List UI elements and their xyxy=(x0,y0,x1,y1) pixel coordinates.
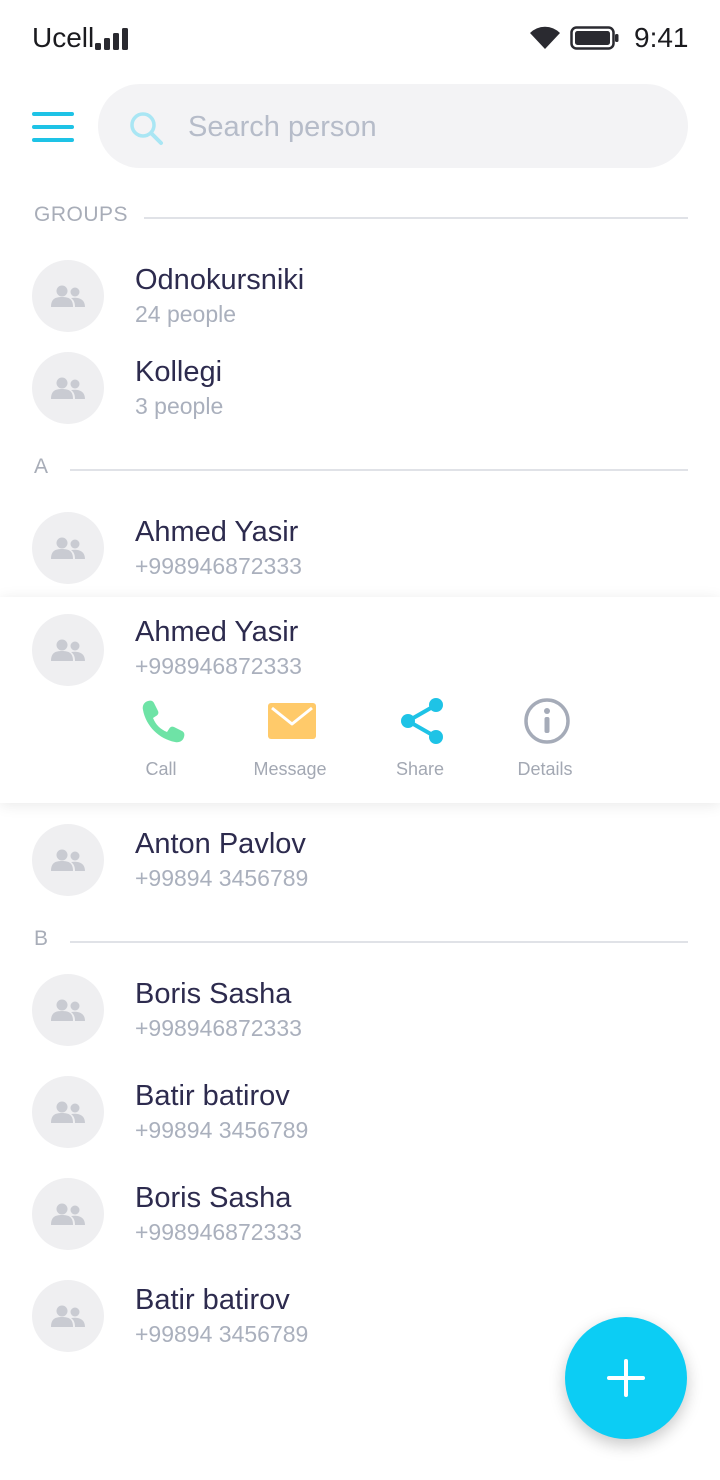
contact-phone: +998946872333 xyxy=(135,1015,302,1041)
plus-icon xyxy=(607,1359,645,1397)
people-icon xyxy=(51,849,85,871)
message-label: Message xyxy=(253,759,327,779)
contact-phone: +998946872333 xyxy=(135,653,302,679)
avatar xyxy=(32,1280,104,1352)
signal-icon xyxy=(95,28,128,50)
section-header-b: B xyxy=(0,927,720,957)
carrier-name: Ucell xyxy=(32,22,95,53)
section-header-groups: GROUPS xyxy=(0,203,720,233)
expanded-contact-card[interactable]: Ahmed Yasir +998946872333 Call Message S… xyxy=(0,597,720,803)
share-button[interactable]: Share xyxy=(365,697,475,787)
group-row-kollegi[interactable]: Kollegi 3 people xyxy=(0,352,720,444)
group-name: Kollegi xyxy=(135,356,223,388)
info-icon xyxy=(524,698,570,744)
group-count: 3 people xyxy=(135,393,224,419)
details-button[interactable]: Details xyxy=(490,697,600,787)
call-button[interactable]: Call xyxy=(106,697,216,787)
battery-icon xyxy=(570,26,619,50)
section-divider xyxy=(144,217,688,219)
contact-phone: +99894 3456789 xyxy=(135,1117,309,1143)
contact-name: Anton Pavlov xyxy=(135,828,306,860)
hamburger-icon-bar xyxy=(32,138,74,142)
contact-name: Boris Sasha xyxy=(135,978,292,1010)
details-label: Details xyxy=(517,759,573,779)
search-input[interactable] xyxy=(186,106,650,148)
phone-icon xyxy=(142,700,185,743)
section-label: B xyxy=(34,927,49,950)
mail-icon xyxy=(268,703,316,739)
contact-phone: +998946872333 xyxy=(135,1219,302,1245)
avatar xyxy=(32,512,104,584)
add-contact-button[interactable] xyxy=(565,1317,687,1439)
message-button[interactable]: Message xyxy=(235,697,345,787)
avatar xyxy=(32,1178,104,1250)
people-icon xyxy=(51,1101,85,1123)
contact-row[interactable]: Boris Sasha +998946872333 xyxy=(0,1178,720,1270)
share-icon xyxy=(401,698,443,744)
avatar xyxy=(32,1076,104,1148)
group-row-odnokursniki[interactable]: Odnokursniki 24 people xyxy=(0,260,720,352)
section-header-a: A xyxy=(0,455,720,485)
contact-phone: +99894 3456789 xyxy=(135,865,309,891)
people-icon xyxy=(51,537,85,559)
contact-phone: +99894 3456789 xyxy=(135,1321,309,1347)
avatar xyxy=(32,260,104,332)
search-icon xyxy=(130,112,163,145)
section-label: GROUPS xyxy=(34,203,129,226)
status-bar: Ucell 9:41 xyxy=(0,0,720,76)
hamburger-menu-button[interactable] xyxy=(32,110,76,144)
contact-name: Ahmed Yasir xyxy=(135,616,299,648)
hamburger-icon-bar xyxy=(32,125,74,129)
contact-phone: +998946872333 xyxy=(135,553,302,579)
contact-name: Boris Sasha xyxy=(135,1182,292,1214)
contact-row[interactable]: Boris Sasha +998946872333 xyxy=(0,974,720,1066)
contact-row[interactable]: Anton Pavlov +99894 3456789 xyxy=(0,824,720,916)
contact-name: Batir batirov xyxy=(135,1284,290,1316)
section-divider xyxy=(70,469,688,471)
search-bar[interactable] xyxy=(98,84,688,168)
group-name: Odnokursniki xyxy=(135,264,305,296)
section-divider xyxy=(70,941,688,943)
avatar xyxy=(32,974,104,1046)
contact-row[interactable]: Batir batirov +99894 3456789 xyxy=(0,1076,720,1168)
people-icon xyxy=(51,1203,85,1225)
people-icon xyxy=(51,639,85,661)
contact-row[interactable]: Ahmed Yasir +998946872333 xyxy=(0,512,720,604)
clock: 9:41 xyxy=(634,22,689,53)
call-label: Call xyxy=(145,759,177,779)
avatar xyxy=(32,824,104,896)
people-icon xyxy=(51,1305,85,1327)
group-count: 24 people xyxy=(135,301,237,327)
hamburger-icon xyxy=(32,112,74,116)
section-label: A xyxy=(34,455,49,478)
people-icon xyxy=(51,377,85,399)
contact-name: Batir batirov xyxy=(135,1080,290,1112)
wifi-icon xyxy=(530,26,560,49)
people-icon xyxy=(51,285,85,307)
contact-name: Ahmed Yasir xyxy=(135,516,299,548)
avatar xyxy=(32,352,104,424)
avatar xyxy=(32,614,104,686)
people-icon xyxy=(51,999,85,1021)
share-label: Share xyxy=(395,759,445,779)
